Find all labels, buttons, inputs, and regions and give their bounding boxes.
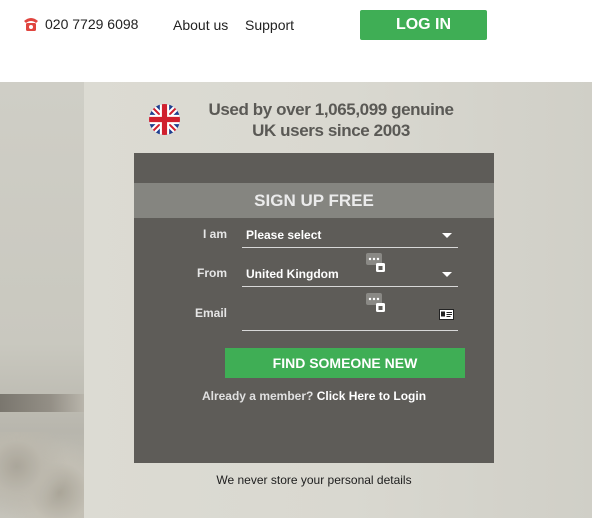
chevron-down-icon (442, 233, 452, 238)
signup-panel: SIGN UP FREE I am Please select From Uni… (134, 153, 494, 463)
login-link[interactable]: Click Here to Login (317, 389, 426, 403)
contact-card-icon[interactable] (439, 309, 454, 320)
email-field[interactable] (242, 301, 458, 331)
login-button[interactable]: LOG IN (360, 10, 487, 40)
member-prompt-text: Already a member? (201, 389, 314, 403)
hero-section: Used by over 1,065,099 genuine UK users … (0, 82, 592, 518)
privacy-note: We never store your personal details (216, 473, 412, 487)
existing-member-prompt: Already a member? Click Here to Login (134, 389, 494, 403)
email-label: Email (194, 306, 227, 320)
phone-contact[interactable]: 020 7729 6098 (22, 16, 138, 32)
nav-support-link[interactable]: Support (245, 17, 294, 33)
uk-flag-icon (149, 104, 180, 135)
from-select-value: United Kingdom (246, 267, 339, 281)
phone-number: 020 7729 6098 (45, 16, 139, 32)
hero-photo-foliage (0, 432, 84, 518)
from-select[interactable]: United Kingdom (242, 261, 458, 287)
from-label: From (197, 266, 227, 280)
nav-about-us-link[interactable]: About us (173, 17, 228, 33)
signup-title: SIGN UP FREE (134, 183, 494, 218)
tagline: Used by over 1,065,099 genuine UK users … (208, 100, 454, 140)
hero-photo-detail (0, 394, 84, 412)
find-someone-new-button[interactable]: FIND SOMEONE NEW (225, 348, 465, 378)
telephone-icon (24, 18, 38, 31)
iam-select[interactable]: Please select (242, 222, 458, 248)
iam-select-value: Please select (246, 228, 322, 242)
iam-label: I am (202, 227, 227, 241)
site-header: 020 7729 6098 About us Support LOG IN (0, 0, 592, 82)
chevron-down-icon (442, 272, 452, 277)
